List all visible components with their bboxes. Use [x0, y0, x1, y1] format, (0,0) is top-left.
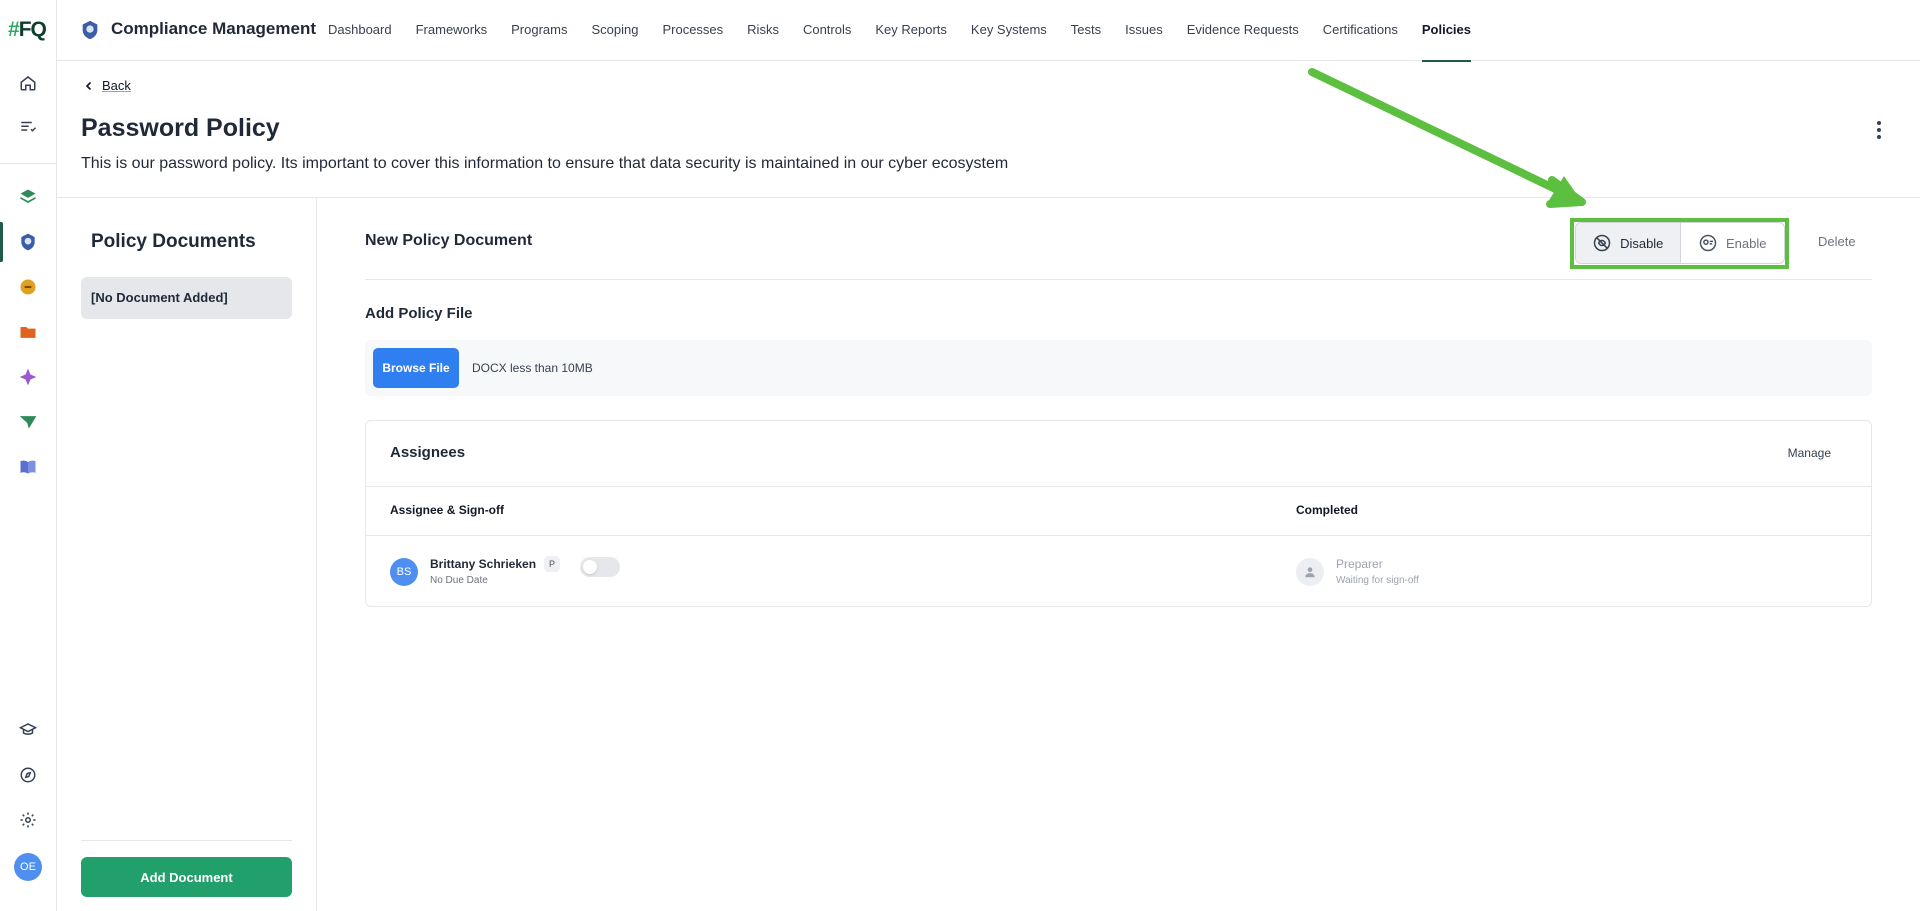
person-icon	[1296, 558, 1324, 586]
send-icon[interactable]	[14, 408, 42, 436]
nav-risks[interactable]: Risks	[747, 0, 779, 61]
manage-button[interactable]: Manage	[1788, 446, 1831, 460]
enable-label: Enable	[1726, 235, 1767, 251]
completed-status: Waiting for sign-off	[1336, 575, 1419, 586]
nav-certifications[interactable]: Certifications	[1323, 0, 1398, 61]
nav-key-systems[interactable]: Key Systems	[971, 0, 1047, 61]
file-hint: DOCX less than 10MB	[472, 361, 593, 375]
policy-documents-panel: Policy Documents [No Document Added] Add…	[57, 198, 317, 911]
annotation-arrow-icon	[1308, 68, 1586, 208]
nav-policies[interactable]: Policies	[1421, 0, 1472, 62]
layers-icon[interactable]	[14, 183, 42, 211]
browse-file-button[interactable]: Browse File	[373, 348, 459, 388]
add-policy-file-title: Add Policy File	[365, 305, 473, 322]
app-logo[interactable]: #FQ	[8, 18, 47, 42]
header-divider	[57, 197, 1920, 198]
signoff-toggle[interactable]	[580, 557, 620, 577]
more-options-icon[interactable]	[1869, 118, 1889, 142]
user-circle-icon	[1699, 234, 1717, 252]
app-title: Compliance Management	[111, 19, 316, 38]
column-header-assignee: Assignee & Sign-off	[390, 503, 505, 517]
due-date: No Due Date	[430, 575, 488, 586]
nav-evidence-requests[interactable]: Evidence Requests	[1187, 0, 1299, 61]
book-icon[interactable]	[14, 453, 42, 481]
back-link[interactable]: Back	[84, 78, 131, 93]
nav-controls[interactable]: Controls	[803, 0, 851, 61]
nav-frameworks[interactable]: Frameworks	[416, 0, 488, 61]
page-description: This is our password policy. Its importa…	[81, 155, 1009, 172]
assignees-title: Assignees	[390, 444, 466, 461]
sidebar-divider	[81, 840, 292, 841]
document-title: New Policy Document	[365, 232, 533, 249]
nav-processes[interactable]: Processes	[662, 0, 723, 61]
disable-label: Disable	[1620, 235, 1664, 251]
list-filter-icon[interactable]	[14, 113, 42, 141]
enable-button[interactable]: Enable	[1681, 223, 1785, 263]
title-divider	[365, 279, 1872, 280]
nav-scoping[interactable]: Scoping	[591, 0, 638, 61]
header-divider	[366, 535, 1871, 536]
enable-disable-toggle: Disable Enable	[1575, 222, 1785, 264]
folder-icon[interactable]	[14, 318, 42, 346]
role-badge: P	[544, 556, 560, 572]
rail-active-indicator	[0, 222, 3, 262]
top-navbar: Compliance Management Dashboard Framewor…	[57, 0, 1920, 62]
link-coin-icon[interactable]	[14, 273, 42, 301]
assignees-card: Assignees Manage Assignee & Sign-off Com…	[365, 420, 1872, 607]
compass-icon[interactable]	[14, 761, 42, 789]
add-document-button[interactable]: Add Document	[81, 857, 292, 897]
assignee-name: Brittany Schrieken	[430, 557, 537, 571]
user-avatar[interactable]: OE	[14, 853, 42, 881]
main-nav: Dashboard Frameworks Programs Scoping Pr…	[328, 0, 1495, 62]
nav-tests[interactable]: Tests	[1071, 0, 1101, 61]
column-header-completed: Completed	[1296, 503, 1359, 517]
policy-documents-title: Policy Documents	[91, 231, 256, 252]
rail-divider	[0, 163, 57, 164]
delete-button[interactable]: Delete	[1818, 234, 1856, 249]
back-label: Back	[102, 78, 131, 93]
chevron-left-icon	[85, 81, 92, 90]
avatar: BS	[390, 558, 418, 586]
document-list-item[interactable]: [No Document Added]	[81, 277, 292, 319]
graduation-cap-icon[interactable]	[14, 716, 42, 744]
nav-issues[interactable]: Issues	[1125, 0, 1163, 61]
shield-badge-icon	[79, 19, 101, 41]
disable-button[interactable]: Disable	[1576, 223, 1681, 263]
eye-off-icon	[1593, 234, 1611, 252]
nav-programs[interactable]: Programs	[511, 0, 567, 61]
home-icon[interactable]	[14, 69, 42, 97]
left-rail: #FQ OE	[0, 0, 57, 911]
shield-badge-icon[interactable]	[14, 228, 42, 256]
completed-role: Preparer	[1336, 557, 1383, 571]
file-upload-area[interactable]: Browse File DOCX less than 10MB	[365, 340, 1872, 396]
star-icon[interactable]	[14, 363, 42, 391]
gear-icon[interactable]	[14, 806, 42, 834]
nav-key-reports[interactable]: Key Reports	[875, 0, 947, 61]
card-divider	[366, 486, 1871, 487]
page-title: Password Policy	[81, 114, 280, 142]
nav-dashboard[interactable]: Dashboard	[328, 0, 392, 61]
